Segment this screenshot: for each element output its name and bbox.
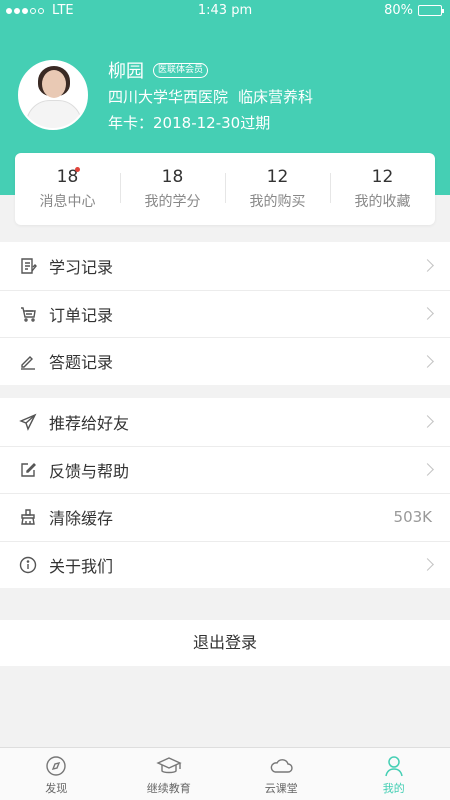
records-menu: 学习记录 订单记录 答题记录 — [0, 242, 450, 385]
stat-value: 12 — [266, 167, 289, 187]
chevron-right-icon — [421, 463, 434, 477]
user-name: 柳园 — [108, 61, 144, 82]
tab-label: 云课堂 — [264, 782, 298, 795]
menu-item-feedback[interactable]: 反馈与帮助 — [0, 445, 450, 494]
menu-item-label: 答题记录 — [49, 353, 114, 373]
battery-status: 80% — [384, 3, 444, 18]
menu-item-answer-record[interactable]: 答题记录 — [0, 337, 450, 385]
tab-bar: 发现 继续教育 云课堂 我的 — [0, 747, 450, 800]
stat-value: 12 — [371, 167, 394, 187]
menu-item-label: 清除缓存 — [49, 509, 114, 529]
menu-item-label: 反馈与帮助 — [49, 461, 130, 481]
battery-percent: 80% — [384, 3, 413, 18]
card-expiry-date: 2018-12-30过期 — [153, 114, 271, 132]
hospital-name: 四川大学华西医院 — [108, 88, 229, 106]
send-icon — [18, 412, 38, 432]
stat-messages[interactable]: 18 消息中心 — [15, 167, 120, 211]
order-record-icon — [18, 304, 38, 324]
chevron-right-icon — [421, 558, 434, 572]
avatar[interactable] — [18, 60, 88, 130]
stat-label: 我的购买 — [249, 194, 306, 210]
tab-continuing-education[interactable]: 继续教育 — [113, 748, 226, 800]
chevron-right-icon — [421, 259, 434, 273]
feedback-icon — [18, 460, 38, 480]
tab-discover[interactable]: 发现 — [0, 748, 113, 800]
tab-label: 我的 — [382, 782, 405, 795]
stat-label: 消息中心 — [39, 194, 96, 210]
menu-item-recommend[interactable]: 推荐给好友 — [0, 398, 450, 446]
person-icon — [338, 754, 450, 778]
answer-record-icon — [18, 351, 38, 371]
chevron-right-icon — [421, 415, 434, 429]
menu-item-order-record[interactable]: 订单记录 — [0, 289, 450, 338]
menu-item-label: 学习记录 — [49, 257, 114, 277]
status-time: 1:43 pm — [197, 3, 253, 18]
stat-label: 我的收藏 — [354, 194, 411, 210]
logout-button[interactable]: 退出登录 — [0, 620, 450, 666]
compass-icon — [0, 754, 113, 778]
tab-label: 继续教育 — [146, 782, 191, 795]
graduation-cap-icon — [113, 754, 226, 778]
stats-card: 18 消息中心 18 我的学分 12 我的购买 12 我的收藏 — [15, 153, 435, 225]
broom-icon — [18, 507, 38, 527]
tab-label: 发现 — [45, 782, 68, 795]
battery-icon — [418, 5, 444, 16]
menu-item-about[interactable]: 关于我们 — [0, 540, 450, 589]
card-expiry: 年卡：2018-12-30过期 — [108, 112, 270, 133]
stat-label: 我的学分 — [144, 194, 201, 210]
department-name: 临床营养科 — [238, 88, 314, 106]
study-record-icon — [18, 256, 38, 276]
stat-favorites[interactable]: 12 我的收藏 — [330, 167, 435, 211]
stat-value: 18 — [161, 167, 184, 187]
chevron-right-icon — [421, 307, 434, 321]
stat-credits[interactable]: 18 我的学分 — [120, 167, 225, 211]
user-organization: 四川大学华西医院 临床营养科 — [108, 86, 313, 107]
menu-item-study-record[interactable]: 学习记录 — [0, 242, 450, 290]
tab-cloud-classroom[interactable]: 云课堂 — [225, 748, 338, 800]
settings-menu: 推荐给好友 反馈与帮助 清除缓存 503K 关于我们 — [0, 398, 450, 588]
menu-item-label: 关于我们 — [49, 556, 114, 576]
cache-size: 503K — [393, 508, 432, 527]
status-bar: LTE 1:43 pm 80% — [0, 0, 450, 22]
card-label: 年卡： — [108, 114, 154, 132]
tab-mine[interactable]: 我的 — [338, 748, 450, 800]
stat-purchases[interactable]: 12 我的购买 — [225, 167, 330, 211]
menu-item-label: 订单记录 — [49, 305, 114, 325]
chevron-right-icon — [421, 354, 434, 368]
info-icon — [18, 555, 38, 575]
menu-item-label: 推荐给好友 — [49, 413, 130, 433]
member-badge: 医联体会员 — [153, 63, 209, 78]
cloud-icon — [225, 754, 338, 778]
notification-dot — [75, 167, 81, 172]
menu-item-clear-cache[interactable]: 清除缓存 503K — [0, 493, 450, 541]
